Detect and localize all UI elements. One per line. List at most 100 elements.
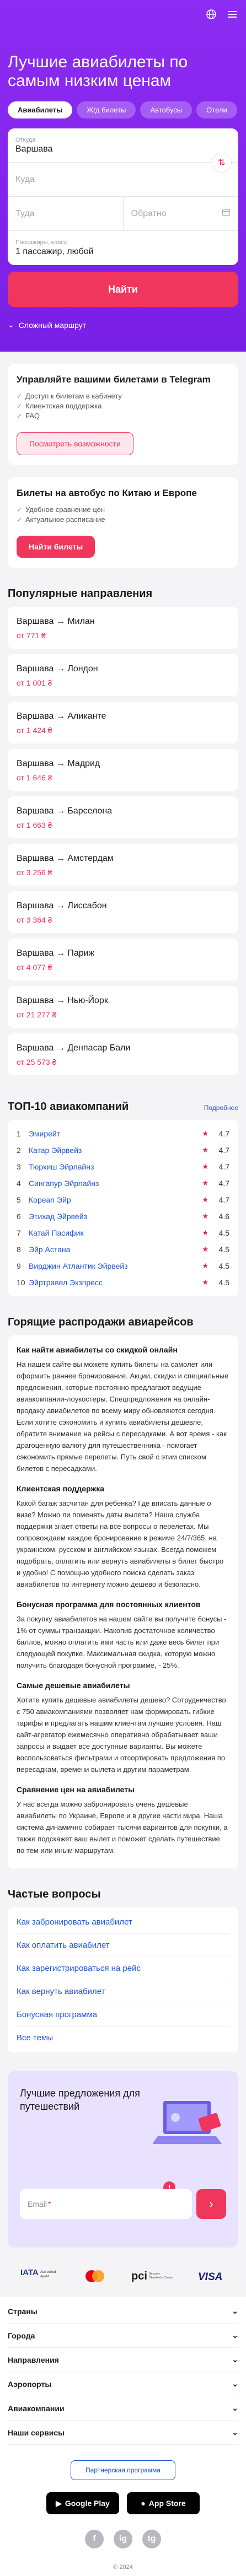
faq-link[interactable]: Как зарегистрироваться на рейс xyxy=(17,1957,229,1980)
airline-rating: 4.6 xyxy=(218,1212,229,1221)
route-price: от 3 364 ₴ xyxy=(17,915,52,924)
svg-text:pci: pci xyxy=(131,2270,147,2282)
arrow-right-icon: › xyxy=(209,2197,213,2211)
partner-program-button[interactable]: Партнерская программа xyxy=(71,2460,175,2480)
route-card[interactable]: Варшава → Аликанте от 1 424 ₴ xyxy=(8,702,238,743)
faq-link[interactable]: Бонусная программа xyxy=(17,2003,229,2027)
email-field[interactable]: Email * xyxy=(20,2189,192,2219)
email-placeholder: Email xyxy=(28,2200,47,2208)
mastercard-logo xyxy=(85,2270,105,2282)
bus-card-title: Билеты на автобус по Китаю и Европе xyxy=(17,488,197,498)
list-item: Удобное сравнение цен xyxy=(17,505,229,515)
route-price: от 1 646 ₴ xyxy=(17,773,52,782)
footer: Страны ⌄ Города ⌄ Направления ⌄ Аэропорты ⌄ … xyxy=(0,2297,246,2576)
visa-logo: VISA xyxy=(198,2271,222,2282)
route-card[interactable]: Варшава → Нью-Йорк от 21 277 ₴ xyxy=(8,986,238,1028)
route-card[interactable]: Варшава → Милан от 771 ₴ xyxy=(8,607,238,649)
route-card[interactable]: Варшава → Денпасар Бали от 25 573 ₴ xyxy=(8,1033,238,1075)
faq-link[interactable]: Все темы xyxy=(17,2027,229,2049)
list-item: Клиентская поддержка xyxy=(17,401,229,411)
instagram-icon[interactable]: ig xyxy=(114,2530,132,2548)
google-play-button[interactable]: ▶ Google Play xyxy=(46,2492,119,2514)
return-field[interactable]: Обратно xyxy=(122,197,238,231)
route-price: от 1 001 ₴ xyxy=(17,678,52,687)
depart-field[interactable]: Туда xyxy=(8,197,123,231)
list-item[interactable]: 10 Эйртравел Экзпресс ★ 4.5 xyxy=(17,1274,229,1291)
list-item[interactable]: 7 Катай Пасифик ★ 4.5 xyxy=(17,1225,229,1241)
faq-link[interactable]: Как забронировать авиабилет xyxy=(17,1911,229,1934)
to-placeholder: Куда xyxy=(15,174,35,184)
footer-link-cities[interactable]: Города ⌄ xyxy=(8,2324,238,2348)
pci-logo: pci Security Standards Council xyxy=(131,2270,173,2282)
app-stores: ▶ Google Play ● App Store xyxy=(8,2492,238,2514)
route-name: Варшава → Амстердам xyxy=(17,854,114,863)
route-name: Варшава → Париж xyxy=(17,949,95,958)
faq-list: Как забронировать авиабилет Как оплатить… xyxy=(8,1907,238,2052)
route-card[interactable]: Варшава → Амстердам от 3 256 ₴ xyxy=(8,844,238,886)
top10-more-link[interactable]: Подробнее xyxy=(204,1104,238,1112)
faq-link[interactable]: Как оплатить авиабилет xyxy=(17,1934,229,1957)
facebook-icon[interactable]: f xyxy=(85,2530,104,2548)
app-store-button[interactable]: ● App Store xyxy=(127,2492,200,2514)
route-price: от 1 424 ₴ xyxy=(17,726,52,735)
top10-list: 1 Эмирейт ★ 4.7 2 Катар Эйрвейз ★ 4.7 3 Тюркиш … xyxy=(8,1120,238,1296)
globe-icon[interactable] xyxy=(205,8,217,20)
footer-link-directions[interactable]: Направления ⌄ xyxy=(8,2348,238,2372)
route-card[interactable]: Варшава → Барселона от 1 663 ₴ xyxy=(8,796,238,838)
airline-name: Корean Эйр xyxy=(29,1195,71,1204)
complex-route-toggle[interactable]: ⌄ Сложный маршрут xyxy=(0,307,246,330)
airline-rank: 3 xyxy=(17,1162,21,1171)
faq-link[interactable]: Как вернуть авиабилет xyxy=(17,1980,229,2003)
play-icon: ▶ xyxy=(56,2498,62,2508)
airline-rank: 7 xyxy=(17,1228,21,1237)
tab-trains[interactable]: Ж/д билеты xyxy=(77,101,136,118)
footer-link-label: Города xyxy=(8,2331,35,2340)
telegram-icon[interactable]: tg xyxy=(142,2530,161,2548)
from-label: Откуда xyxy=(15,136,36,143)
list-item[interactable]: 2 Катар Эйрвейз ★ 4.7 xyxy=(17,1142,229,1158)
footer-link-countries[interactable]: Страны ⌄ xyxy=(8,2299,238,2324)
star-icon: ★ xyxy=(202,1162,208,1171)
list-item[interactable]: 6 Этихад Эйрвейз ★ 4.6 xyxy=(17,1208,229,1225)
find-button[interactable]: Найти xyxy=(8,272,238,307)
footer-link-services[interactable]: Наши сервисы ⌄ xyxy=(8,2421,238,2445)
list-item[interactable]: 4 Сингапур Эйрлайнз ★ 4.7 xyxy=(17,1175,229,1192)
tab-hotels[interactable]: Отели xyxy=(196,101,237,118)
route-card[interactable]: Варшава → Лондон от 1 001 ₴ xyxy=(8,654,238,696)
list-item[interactable]: 1 Эмирейт ★ 4.7 xyxy=(17,1125,229,1142)
airline-rating: 4.7 xyxy=(218,1129,229,1138)
list-item[interactable]: 9 Вирджин Атлантик Эйрвейз ★ 4.5 xyxy=(17,1258,229,1274)
from-field[interactable]: Откуда Варшава xyxy=(8,128,238,163)
list-item[interactable]: 8 Эйр Астана ★ 4.5 xyxy=(17,1241,229,1258)
menu-icon[interactable] xyxy=(226,8,238,20)
list-item[interactable]: 3 Тюркиш Эйрлайнз ★ 4.7 xyxy=(17,1158,229,1175)
passengers-field[interactable]: Пассажиры, класс 1 пассажир, любой xyxy=(8,231,238,265)
hero-title: Лучшие авиабилеты по самым низким ценам xyxy=(8,53,188,90)
tab-buses[interactable]: Автобусы xyxy=(140,101,192,118)
subscribe-button[interactable]: › xyxy=(196,2189,226,2219)
swap-icon[interactable]: ⇅ xyxy=(212,153,232,173)
footer-link-airports[interactable]: Аэропорты ⌄ xyxy=(8,2372,238,2396)
list-item: Актуальное расписание xyxy=(17,515,229,525)
route-card[interactable]: Варшава → Мадрид от 1 646 ₴ xyxy=(8,749,238,791)
star-icon: ★ xyxy=(202,1212,208,1220)
apple-icon: ● xyxy=(141,2499,146,2508)
find-bus-tickets-button[interactable]: Найти билеты xyxy=(17,536,95,558)
dates-row: Туда Обратно xyxy=(8,197,238,231)
tab-flights[interactable]: Авиабилеты xyxy=(8,101,73,118)
airline-name: Вирджин Атлантик Эйрвейз xyxy=(29,1262,128,1270)
list-item[interactable]: 5 Корean Эйр ★ 4.7 xyxy=(17,1192,229,1208)
passengers-value: 1 пассажир, любой xyxy=(15,247,94,256)
footer-link-airlines[interactable]: Авиакомпании ⌄ xyxy=(8,2396,238,2421)
article-paragraph: Хотите купить дешевые авиабилеты дешево?… xyxy=(17,1696,226,1774)
route-name: Варшава → Барселона xyxy=(17,806,113,816)
route-name: Варшава → Денпасар Бали xyxy=(17,1043,131,1053)
route-card[interactable]: Варшава → Париж от 4 077 ₴ xyxy=(8,939,238,980)
telegram-features-button[interactable]: Посмотреть возможности xyxy=(17,432,133,455)
route-card[interactable]: Варшава → Лиссабон от 3 364 ₴ xyxy=(8,891,238,933)
from-value: Варшава xyxy=(15,144,53,154)
airline-name: Тюркиш Эйрлайнз xyxy=(29,1162,94,1171)
to-field[interactable]: ⇅ Куда xyxy=(8,153,238,197)
complex-route-label: Сложный маршрут xyxy=(18,320,87,330)
footer-link-label: Наши сервисы xyxy=(8,2428,65,2437)
